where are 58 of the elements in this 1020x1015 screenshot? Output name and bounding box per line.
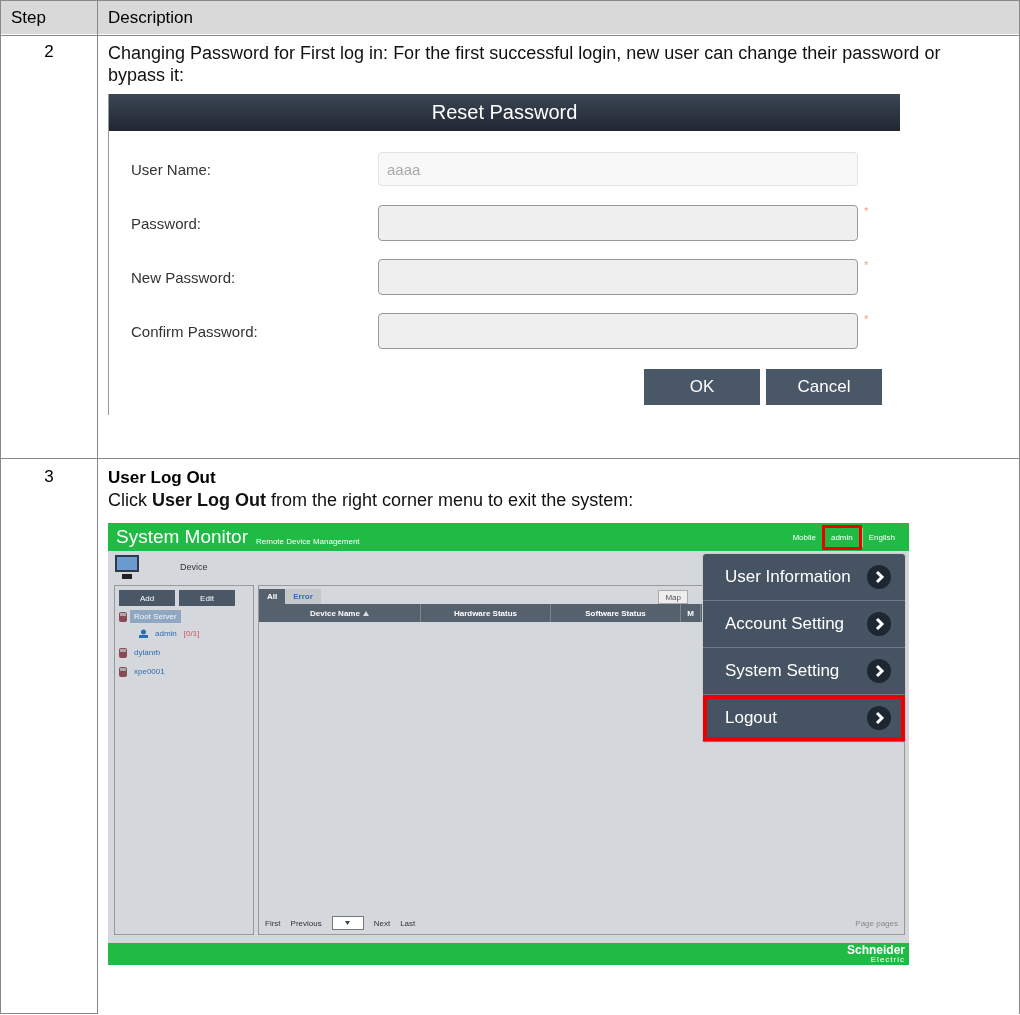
required-mark: * — [864, 259, 869, 271]
field-label: User Name: — [131, 160, 213, 178]
page-info: Page pages — [855, 918, 898, 928]
menu-item[interactable]: System Setting — [703, 648, 905, 695]
menu-item[interactable]: Account Setting — [703, 601, 905, 648]
tree-count: [0/1] — [183, 629, 200, 638]
menu-item[interactable]: Logout — [703, 695, 905, 742]
column-header[interactable]: Hardware Status — [421, 604, 551, 622]
tree-item[interactable]: dylanrb — [130, 646, 165, 659]
step-number: 3 — [44, 467, 54, 488]
tree-item[interactable]: admin — [151, 627, 181, 640]
sort-icon — [362, 610, 369, 616]
section-title: Device — [180, 562, 208, 572]
page-select[interactable] — [331, 916, 364, 930]
edit-button[interactable]: Edit — [179, 590, 235, 606]
input-field[interactable] — [378, 259, 858, 295]
chevron-icon — [867, 659, 891, 683]
chevron-icon — [867, 706, 891, 730]
tab[interactable]: Error — [285, 589, 321, 604]
column-header[interactable]: M — [681, 604, 701, 622]
field-label: Password: — [131, 214, 203, 232]
user-icon — [139, 629, 148, 638]
column-header[interactable]: Software Status — [551, 604, 681, 622]
dialog-title: Reset Password — [109, 94, 900, 131]
chevron-icon — [867, 612, 891, 636]
chevron-icon — [867, 565, 891, 589]
step-title: User Log Out — [108, 467, 217, 489]
app-subtitle: Remote Device Management — [256, 536, 360, 546]
server-icon — [119, 611, 127, 622]
column-header: Step — [11, 8, 46, 28]
monitor-icon — [114, 554, 140, 580]
required-mark: * — [864, 313, 869, 325]
pager-link[interactable]: Next — [373, 918, 391, 928]
server-icon — [119, 666, 127, 677]
ok-button[interactable]: OK — [644, 369, 760, 405]
pager-link[interactable]: Previous — [290, 918, 322, 928]
step-description: Changing Password for First log in: For the first successful login, new user can change their password or bypass it: — [108, 42, 942, 86]
step-description: Click User Log Out from the right corner menu to exit the system: — [108, 489, 635, 511]
tab[interactable]: All — [259, 589, 286, 604]
required-mark: * — [864, 205, 869, 217]
input-field[interactable] — [378, 313, 858, 349]
caret-icon — [345, 921, 351, 925]
tree-item[interactable]: xpe0001 — [130, 665, 169, 678]
menu-item[interactable]: User Information — [703, 554, 905, 601]
field-label: Confirm Password: — [131, 322, 259, 340]
server-icon — [119, 647, 127, 658]
field-label: New Password: — [131, 268, 237, 286]
cancel-button[interactable]: Cancel — [766, 369, 882, 405]
column-header[interactable]: Device Name — [259, 604, 421, 622]
map-button[interactable]: Map — [658, 590, 688, 604]
input-field[interactable] — [378, 205, 858, 241]
add-button[interactable]: Add — [119, 590, 175, 606]
column-header: Description — [108, 8, 194, 28]
pager-link[interactable]: First — [265, 918, 281, 928]
pager-link[interactable]: Last — [400, 918, 416, 928]
app-title: System Monitor — [116, 526, 248, 548]
step-number: 2 — [44, 42, 54, 63]
logo: Schneider Electric — [846, 944, 905, 964]
